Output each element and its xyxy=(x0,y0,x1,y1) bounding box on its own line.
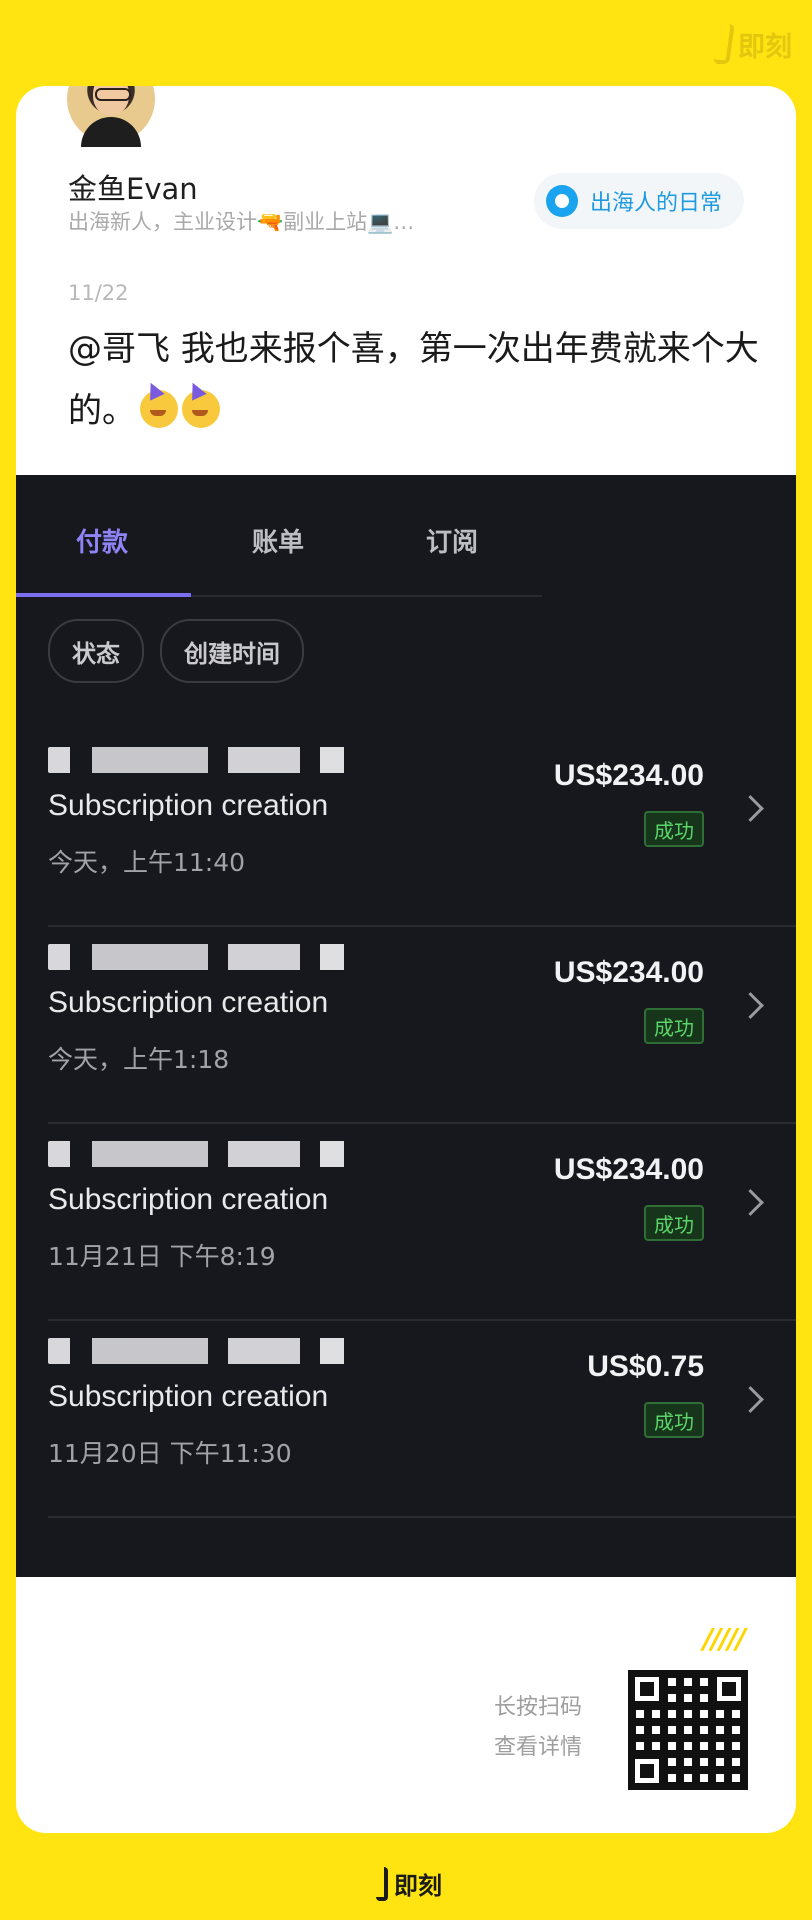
footer-decoration: ///// xyxy=(702,1622,746,1655)
transaction-title: Subscription creation xyxy=(48,1380,329,1413)
author-bio: 出海新人，主业设计🔫副业上站💻… xyxy=(68,210,415,234)
tab-bills[interactable]: 账单 xyxy=(252,522,304,559)
transaction-row[interactable]: Subscription creation 今天，上午11:40 US$234.… xyxy=(48,729,796,927)
transaction-status-badge: 成功 xyxy=(644,1402,704,1438)
post-card: 金鱼Evan 出海新人，主业设计🔫副业上站💻… 出海人的日常 11/22 @哥飞… xyxy=(16,86,796,1833)
redacted-email xyxy=(48,944,368,970)
avatar[interactable] xyxy=(64,86,158,147)
bottom-brand-label: 即刻 xyxy=(394,1872,442,1900)
top-brand-logo: 即刻 xyxy=(713,24,792,64)
transaction-row[interactable]: Subscription creation 11月20日 下午11:30 US$… xyxy=(48,1320,796,1518)
post-date: 11/22 xyxy=(68,281,129,305)
author-name[interactable]: 金鱼Evan xyxy=(68,166,198,208)
payment-screenshot: 付款 账单 订阅 状态 创建时间 Subscription creation 今… xyxy=(16,475,796,1577)
transaction-title: Subscription creation xyxy=(48,789,329,822)
transaction-amount: US$0.75 xyxy=(587,1350,704,1383)
topic-label: 出海人的日常 xyxy=(589,191,722,216)
transaction-status-badge: 成功 xyxy=(644,1008,704,1044)
active-tab-indicator xyxy=(16,593,191,597)
transaction-time: 今天，上午11:40 xyxy=(48,848,246,877)
avatar-body xyxy=(81,117,141,147)
filter-bar: 状态 创建时间 xyxy=(48,619,304,683)
chevron-right-icon xyxy=(737,992,764,1019)
party-face-emoji-icon xyxy=(182,390,220,428)
transaction-amount: US$234.00 xyxy=(553,1153,704,1186)
topic-icon xyxy=(545,185,578,217)
chevron-right-icon xyxy=(737,795,764,822)
transaction-title: Subscription creation xyxy=(48,1183,329,1216)
party-face-emoji-icon xyxy=(140,390,178,428)
transaction-time: 11月21日 下午8:19 xyxy=(48,1242,276,1271)
transaction-time: 今天，上午1:18 xyxy=(48,1045,230,1074)
tab-subscriptions[interactable]: 订阅 xyxy=(426,522,478,559)
top-brand-label: 即刻 xyxy=(738,31,792,63)
transaction-status-badge: 成功 xyxy=(644,811,704,847)
redacted-email xyxy=(48,1141,368,1167)
qr-corner-icon xyxy=(628,1752,666,1790)
avatar-glasses xyxy=(95,88,131,101)
tab-payments[interactable]: 付款 xyxy=(76,522,128,559)
tab-bar: 付款 账单 订阅 xyxy=(16,475,542,597)
scan-hint-line1: 长按扫码 xyxy=(494,1695,583,1720)
transaction-row[interactable]: Subscription creation 今天，上午1:18 US$234.0… xyxy=(48,926,796,1124)
transaction-row[interactable]: Subscription creation 11月21日 下午8:19 US$2… xyxy=(48,1123,796,1321)
scan-hint: 长按扫码 查看详情 xyxy=(494,1688,582,1768)
transaction-time: 11月20日 下午11:30 xyxy=(48,1439,292,1468)
bottom-brand-logo: 即刻 xyxy=(376,1866,442,1901)
filter-created-time[interactable]: 创建时间 xyxy=(160,619,304,683)
redacted-email xyxy=(48,1338,368,1364)
transaction-title: Subscription creation xyxy=(48,986,329,1019)
transaction-amount: US$234.00 xyxy=(553,956,704,989)
scan-hint-line2: 查看详情 xyxy=(494,1735,583,1760)
transaction-amount: US$234.00 xyxy=(553,759,704,792)
jike-logo-icon xyxy=(376,1866,388,1901)
post-text: @哥飞 我也来报个喜，第一次出年费就来个大的。 xyxy=(68,318,768,442)
qr-code[interactable] xyxy=(628,1670,748,1790)
transaction-status-badge: 成功 xyxy=(644,1205,704,1241)
redacted-email xyxy=(48,747,368,773)
topic-pill[interactable]: 出海人的日常 xyxy=(533,173,744,229)
jike-logo-icon xyxy=(713,24,735,64)
filter-status[interactable]: 状态 xyxy=(48,619,144,683)
chevron-right-icon xyxy=(737,1189,764,1216)
chevron-right-icon xyxy=(737,1386,764,1413)
